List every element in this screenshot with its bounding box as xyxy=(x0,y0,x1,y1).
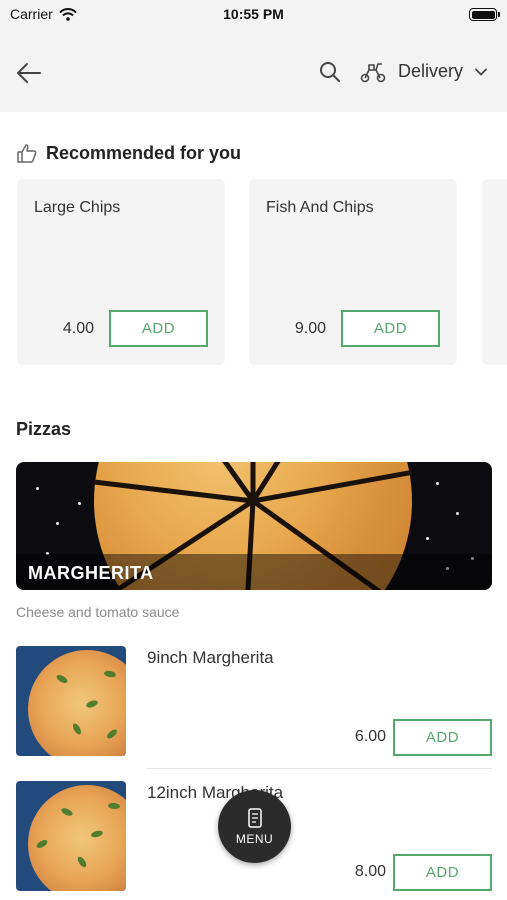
product-price: 4.00 xyxy=(62,320,94,337)
banner-label: MARGHERITA xyxy=(28,563,154,583)
menu-fab-button[interactable]: MENU xyxy=(218,790,291,863)
add-button[interactable]: ADD xyxy=(109,310,208,347)
list-item[interactable]: 9inch Margherita 6.00 ADD xyxy=(0,646,507,764)
add-button[interactable]: ADD xyxy=(393,719,492,756)
add-button[interactable]: ADD xyxy=(393,854,492,891)
menu-card-icon xyxy=(247,807,262,828)
search-icon[interactable] xyxy=(318,60,342,84)
banner-description: Cheese and tomato sauce xyxy=(16,604,180,620)
section-title: Pizzas xyxy=(16,419,72,439)
recommended-card[interactable]: Fish And Chips 9.00 ADD xyxy=(249,179,457,365)
top-nav-bar: Delivery xyxy=(0,32,507,112)
back-arrow-icon[interactable] xyxy=(14,58,44,88)
list-divider xyxy=(147,768,492,769)
menu-fab-label: MENU xyxy=(235,831,274,846)
recommended-title: Recommended for you xyxy=(46,142,242,163)
product-price: 6.00 xyxy=(354,728,386,745)
chevron-down-icon[interactable] xyxy=(474,65,488,79)
product-name: Fish And Chips xyxy=(266,199,374,216)
product-thumbnail xyxy=(16,781,126,891)
product-price: 9.00 xyxy=(294,320,326,337)
status-bar: Carrier 10:55 PM xyxy=(0,0,507,32)
delivery-mode-label[interactable]: Delivery xyxy=(398,61,463,82)
thumbs-up-icon xyxy=(17,144,37,163)
recommended-card-peek[interactable] xyxy=(482,179,507,365)
product-thumbnail xyxy=(16,646,126,756)
product-price: 8.00 xyxy=(354,863,386,880)
product-name: 9inch Margherita xyxy=(147,648,274,667)
recommended-card[interactable]: Large Chips 4.00 ADD xyxy=(17,179,225,365)
scooter-icon[interactable] xyxy=(358,60,388,84)
clock: 10:55 PM xyxy=(223,6,284,22)
product-name: Large Chips xyxy=(34,199,121,216)
add-button[interactable]: ADD xyxy=(341,310,440,347)
battery-icon xyxy=(469,8,500,21)
category-banner[interactable]: MARGHERITA xyxy=(16,462,492,590)
recommended-header: Recommended for you xyxy=(16,142,241,164)
